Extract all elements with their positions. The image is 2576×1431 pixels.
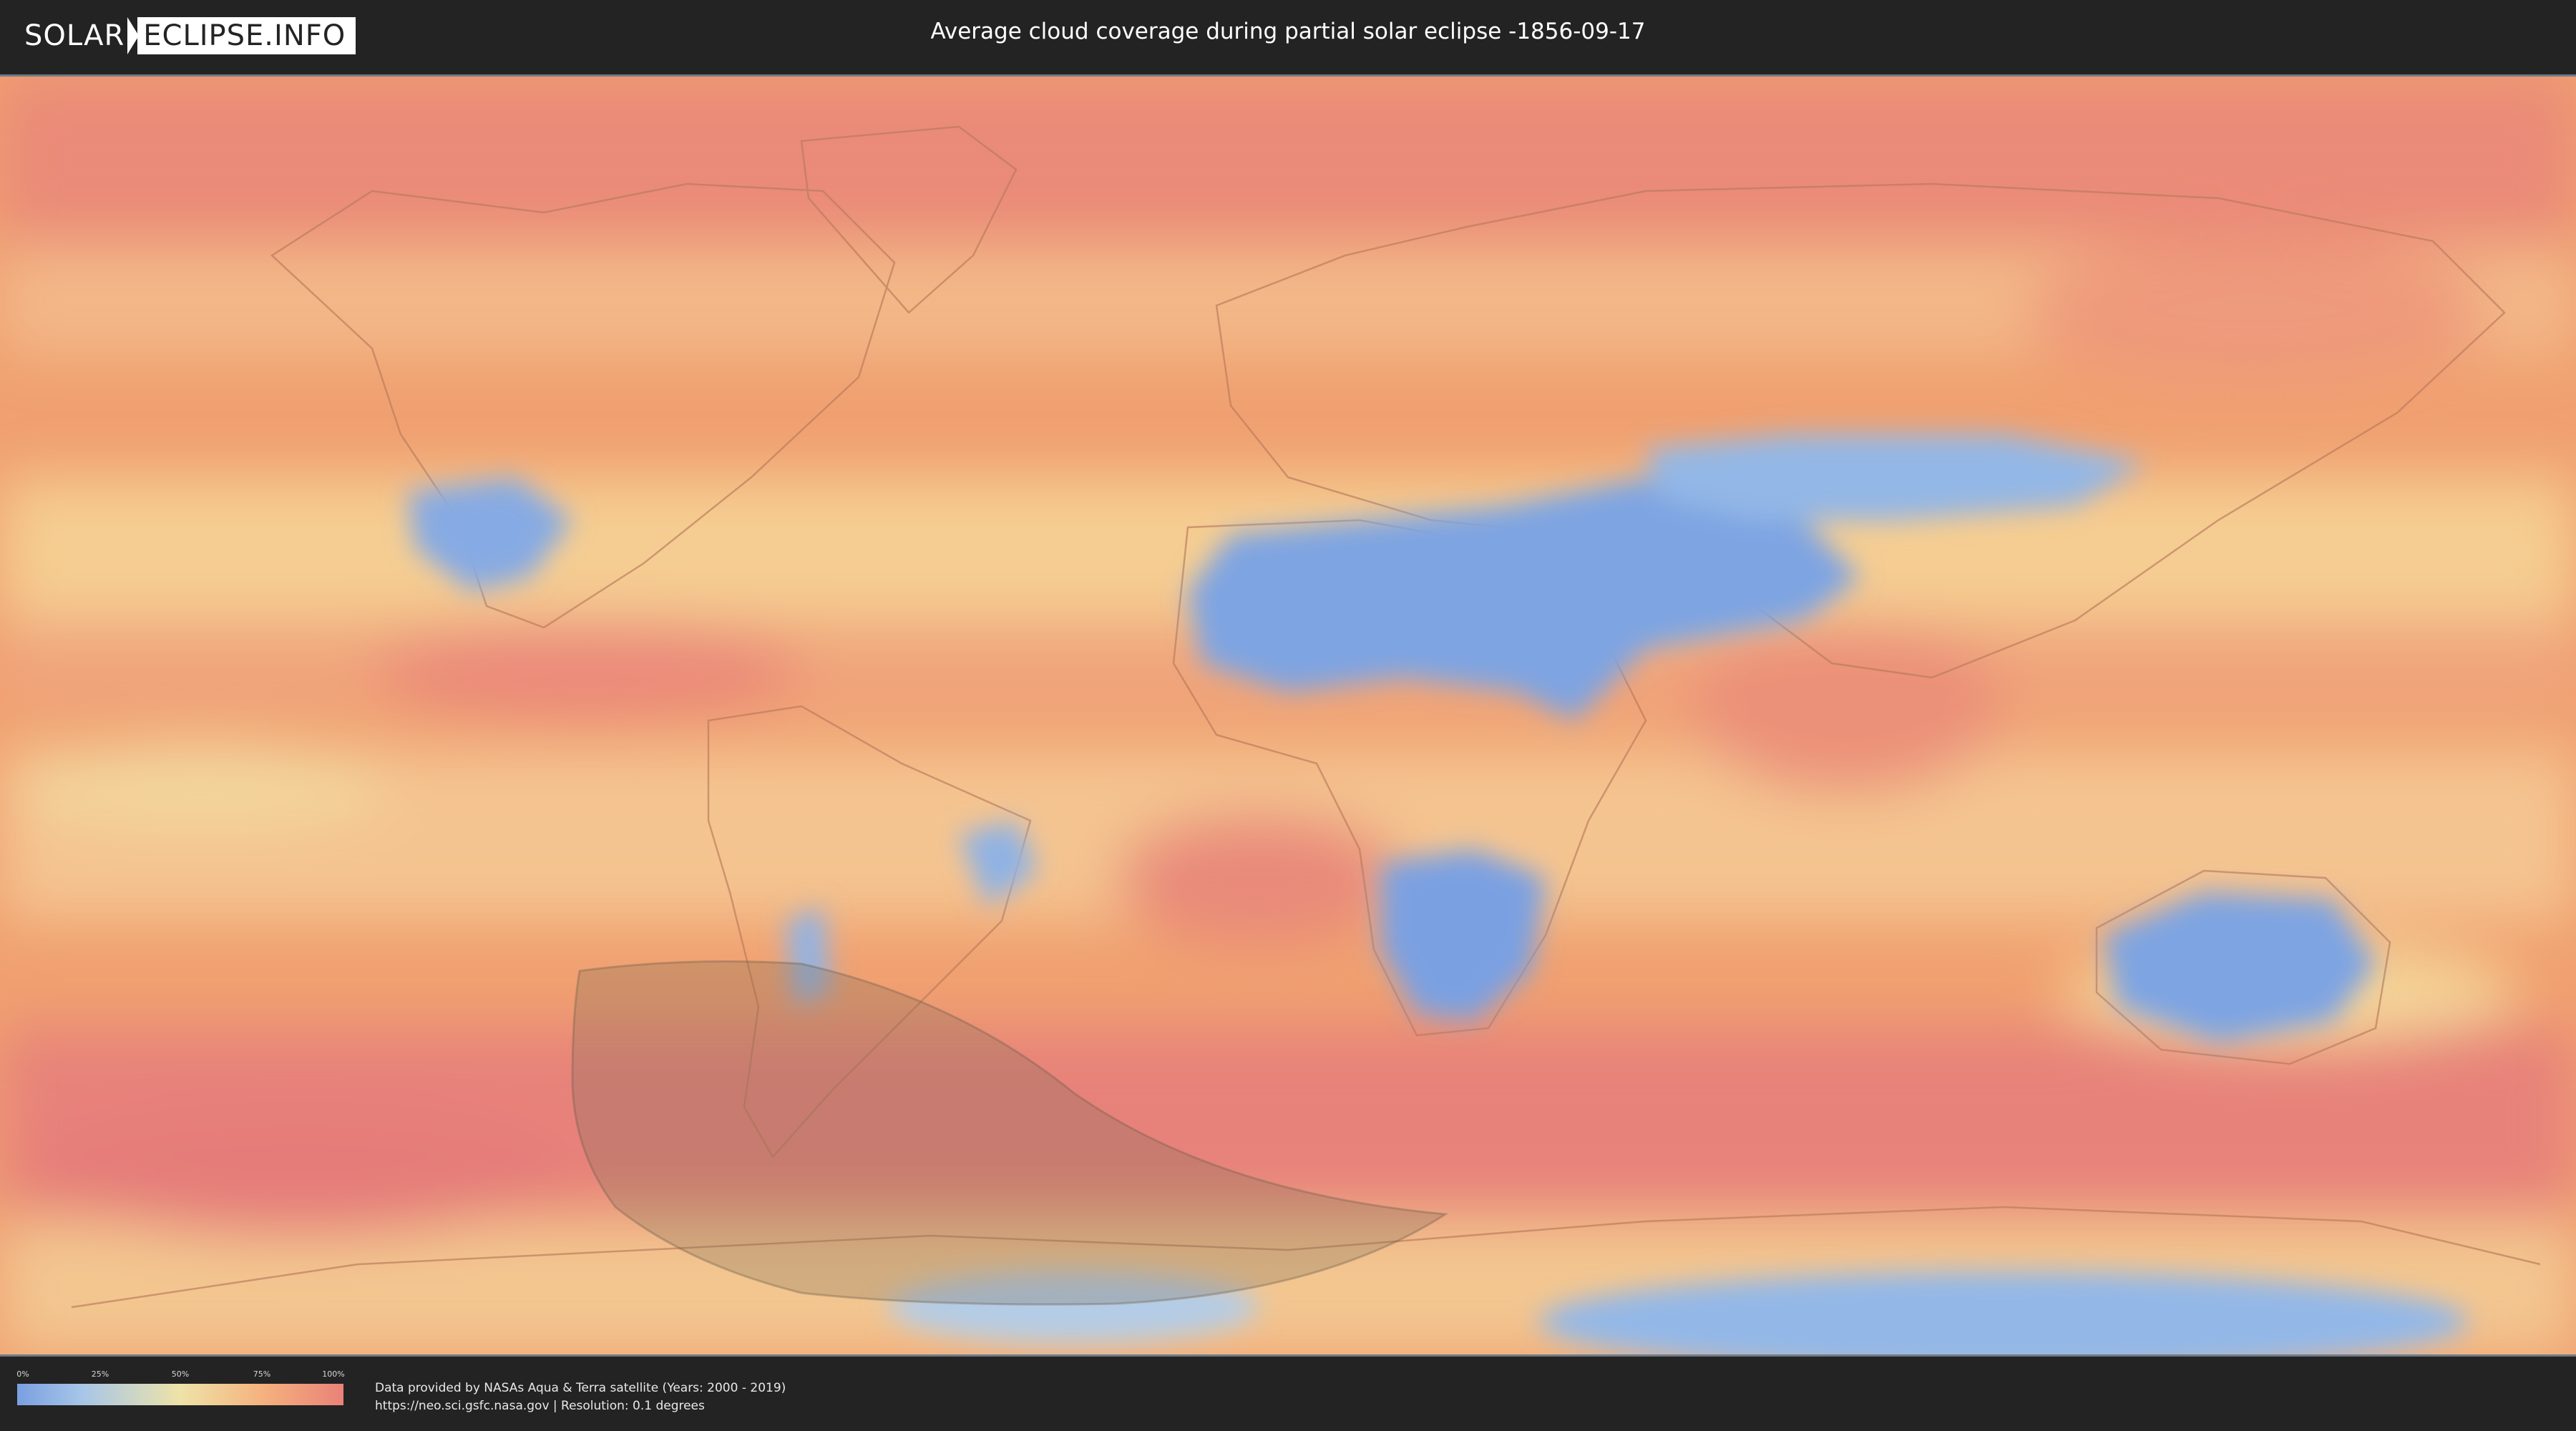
south-atlantic-cloud bbox=[1116, 814, 1402, 942]
legend-ticks: 0% 25% 50% 75% 100% bbox=[16, 1369, 345, 1384]
pacific-low-cloud bbox=[14, 742, 386, 828]
north-high-cloud-band bbox=[0, 77, 2576, 241]
footer-bar: 0% 25% 50% 75% 100% Data provided by NAS… bbox=[0, 1357, 2576, 1431]
credits-line-2: https://neo.sci.gsfc.nasa.gov | Resoluti… bbox=[375, 1399, 705, 1413]
cloud-coverage-legend: 0% 25% 50% 75% 100% bbox=[16, 1369, 345, 1405]
siberia-cloud bbox=[2025, 241, 2483, 384]
legend-tick-0: 0% bbox=[16, 1369, 29, 1379]
east-pacific-cloud bbox=[372, 620, 801, 721]
legend-tick-25: 25% bbox=[91, 1369, 109, 1379]
map-canvas bbox=[0, 77, 2576, 1354]
header-bar: SOLAR ECLIPSE.INFO Average cloud coverag… bbox=[0, 0, 2576, 72]
legend-tick-50: 50% bbox=[171, 1369, 190, 1379]
legend-tick-75: 75% bbox=[253, 1369, 271, 1379]
indian-ocean-cloud bbox=[1689, 620, 2004, 792]
data-credits: Data provided by NASAs Aqua & Terra sate… bbox=[375, 1379, 786, 1415]
south-pacific-cloud bbox=[29, 1107, 572, 1236]
page-root: SOLAR ECLIPSE.INFO Average cloud coverag… bbox=[0, 0, 2576, 1431]
page-title: Average cloud coverage during partial so… bbox=[930, 19, 1646, 44]
legend-tick-100: 100% bbox=[322, 1369, 345, 1379]
cloud-coverage-map[interactable] bbox=[0, 74, 2576, 1357]
legend-color-bar bbox=[17, 1384, 343, 1405]
credits-line-1: Data provided by NASAs Aqua & Terra sate… bbox=[375, 1381, 786, 1395]
